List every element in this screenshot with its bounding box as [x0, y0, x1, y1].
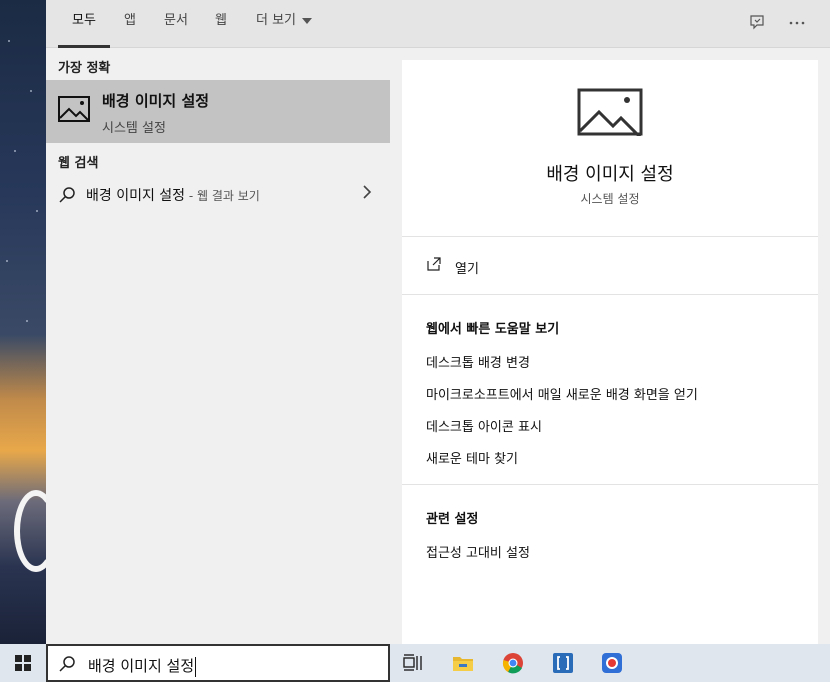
search-icon	[59, 656, 75, 672]
detail-title: 배경 이미지 설정	[546, 164, 674, 185]
start-button[interactable]	[0, 644, 46, 682]
taskbar: 배경 이미지 설정	[0, 644, 830, 682]
task-view-icon[interactable]	[398, 648, 428, 678]
web-search-suffix: - 웹 결과 보기	[185, 189, 260, 203]
tab-more-label: 더 보기	[255, 13, 296, 28]
search-panel: 모두 앱 문서 웹 더 보기 가장 정확 배경 이미지 설정 시스템 설정 웹 …	[46, 0, 830, 644]
taskbar-search-input[interactable]: 배경 이미지 설정	[46, 644, 390, 682]
feedback-icon[interactable]	[744, 10, 770, 36]
search-icon	[59, 187, 75, 203]
help-link-show-desktop-icons[interactable]: 데스크톱 아이콘 표시	[426, 416, 542, 435]
open-label: 열기	[455, 262, 479, 277]
help-link-find-themes[interactable]: 새로운 테마 찾기	[426, 448, 518, 467]
search-tabs-bar: 모두 앱 문서 웹 더 보기	[46, 0, 830, 48]
desktop-wallpaper	[0, 0, 46, 644]
best-match-result[interactable]: 배경 이미지 설정 시스템 설정	[46, 80, 390, 143]
tab-more[interactable]: 더 보기	[252, 0, 316, 48]
web-search-result[interactable]: 배경 이미지 설정 - 웹 결과 보기	[46, 180, 390, 208]
help-link-change-background[interactable]: 데스크톱 배경 변경	[426, 352, 530, 371]
tab-web[interactable]: 웹	[210, 0, 232, 48]
windows-logo-icon	[15, 655, 31, 671]
chevron-right-icon[interactable]	[362, 184, 372, 204]
related-settings-heading: 관련 설정	[426, 512, 479, 527]
search-input-value: 배경 이미지 설정	[88, 657, 195, 675]
web-search-query: 배경 이미지 설정	[86, 188, 186, 204]
file-explorer-icon[interactable]	[448, 648, 478, 678]
related-link-high-contrast[interactable]: 접근성 고대비 설정	[426, 542, 530, 561]
record-app-icon[interactable]	[597, 648, 627, 678]
more-options-icon[interactable]	[784, 10, 810, 36]
text-cursor	[195, 656, 197, 677]
result-detail-pane: 배경 이미지 설정 시스템 설정 열기 웹에서 빠른 도움말 보기 데스크톱 배…	[402, 60, 818, 644]
best-match-title: 배경 이미지 설정	[102, 92, 210, 110]
divider	[402, 236, 818, 237]
open-icon	[427, 257, 441, 271]
divider	[402, 294, 818, 295]
picture-icon	[577, 88, 643, 136]
divider	[402, 484, 818, 485]
picture-icon	[58, 96, 90, 122]
bracket-app-icon[interactable]	[548, 648, 578, 678]
tab-apps[interactable]: 앱	[118, 0, 142, 48]
chevron-down-icon	[302, 17, 312, 24]
help-link-daily-wallpaper[interactable]: 마이크로소프트에서 매일 새로운 배경 화면을 얻기	[426, 384, 698, 403]
web-search-heading: 웹 검색	[58, 156, 99, 171]
best-match-heading: 가장 정확	[58, 61, 111, 76]
results-column: 가장 정확 배경 이미지 설정 시스템 설정 웹 검색 배경 이미지 설정 - …	[46, 48, 390, 644]
tab-documents[interactable]: 문서	[160, 0, 192, 48]
tab-all[interactable]: 모두	[58, 0, 110, 48]
help-heading: 웹에서 빠른 도움말 보기	[426, 322, 560, 337]
best-match-subtitle: 시스템 설정	[102, 121, 166, 136]
detail-subtitle: 시스템 설정	[580, 192, 640, 206]
chrome-icon[interactable]	[498, 648, 528, 678]
